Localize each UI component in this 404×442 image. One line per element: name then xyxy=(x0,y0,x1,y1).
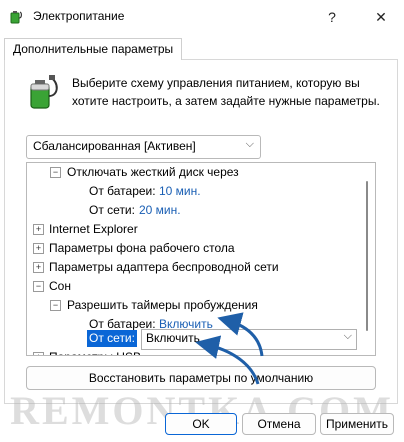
collapse-icon[interactable]: − xyxy=(50,167,61,178)
collapse-icon[interactable]: − xyxy=(33,281,44,292)
expand-icon[interactable]: + xyxy=(33,352,44,355)
chevron-down-icon: ⌵ xyxy=(245,138,254,150)
description-text: Выберите схему управления питанием, кото… xyxy=(72,76,380,108)
tree-scrollbar[interactable] xyxy=(366,181,368,331)
apply-button[interactable]: Применить xyxy=(320,413,394,435)
tab-advanced-settings[interactable]: Дополнительные параметры xyxy=(4,38,183,60)
wake-ac-value: Включить xyxy=(146,331,200,345)
title-bar: Электропитание ? ✕ xyxy=(0,0,404,34)
help-button[interactable]: ? xyxy=(318,5,346,29)
chevron-down-icon: ⌵ xyxy=(343,330,352,342)
disk-ac-value[interactable]: 20 мин. xyxy=(139,201,181,220)
expand-icon[interactable]: + xyxy=(33,224,44,235)
ok-button[interactable]: OK xyxy=(165,413,237,435)
restore-defaults-button[interactable]: Восстановить параметры по умолчанию xyxy=(26,366,376,390)
cancel-button[interactable]: Отмена xyxy=(242,413,316,435)
battery-icon xyxy=(30,75,58,109)
settings-tree[interactable]: − Отключать жесткий диск через От батаре… xyxy=(26,162,376,356)
expand-icon[interactable]: + xyxy=(33,262,44,273)
wake-ac-select[interactable]: Включить ⌵ xyxy=(141,329,357,350)
wake-ac-label-selected: От сети: xyxy=(87,330,137,347)
window-title: Электропитание xyxy=(33,9,125,23)
power-plan-value: Сбалансированная [Активен] xyxy=(33,139,196,153)
expand-icon[interactable]: + xyxy=(33,243,44,254)
power-plan-select[interactable]: Сбалансированная [Активен] ⌵ xyxy=(26,135,261,159)
close-button[interactable]: ✕ xyxy=(366,5,396,29)
disk-battery-value[interactable]: 10 мин. xyxy=(159,182,201,201)
battery-plug-icon xyxy=(10,11,22,24)
collapse-icon[interactable]: − xyxy=(50,300,61,311)
